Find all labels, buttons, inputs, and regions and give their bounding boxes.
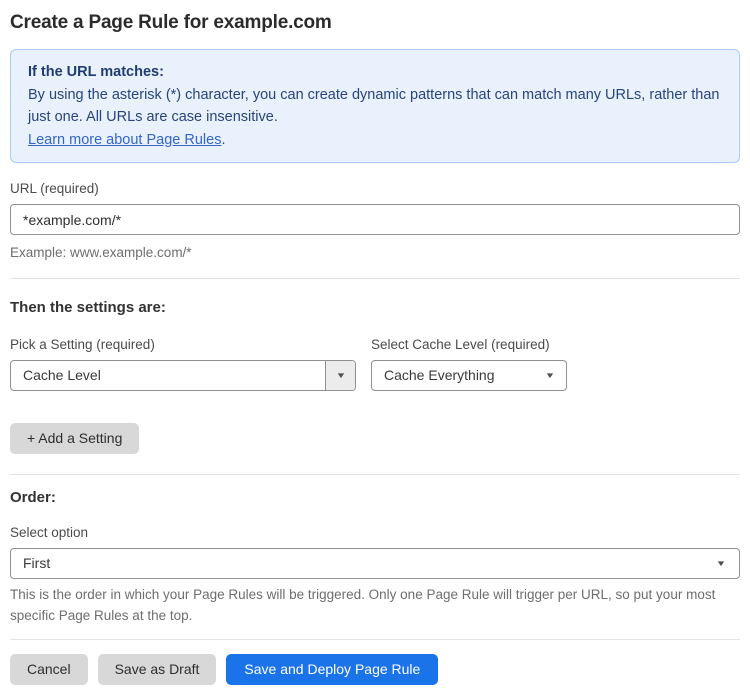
order-heading: Order: — [10, 488, 56, 506]
divider — [10, 473, 740, 475]
cache-level-value: Cache Everything — [384, 367, 495, 383]
save-draft-button[interactable]: Save as Draft — [97, 653, 217, 685]
order-select[interactable]: First ▼ — [10, 547, 740, 579]
settings-heading: Then the settings are: — [10, 298, 166, 316]
url-label: URL (required) — [10, 181, 99, 196]
info-box-heading: If the URL matches: — [28, 64, 164, 80]
cache-level-label: Select Cache Level (required) — [371, 336, 550, 352]
order-help-text: This is the order in which your Page Rul… — [10, 586, 716, 624]
cancel-button[interactable]: Cancel — [10, 653, 88, 685]
pick-setting-select[interactable]: Cache Level ▼ — [10, 359, 356, 391]
chevron-down-icon: ▼ — [715, 558, 727, 568]
settings-row: Pick a Setting (required) Cache Level ▼ … — [10, 337, 740, 391]
form-actions: Cancel Save as Draft Save and Deploy Pag… — [10, 653, 740, 685]
url-example-help: Example: www.example.com/* — [10, 245, 192, 260]
url-input[interactable] — [10, 204, 740, 235]
cache-level-select[interactable]: Cache Everything ▼ — [371, 359, 567, 391]
pick-setting-group: Pick a Setting (required) Cache Level ▼ — [10, 337, 356, 391]
link-period: . — [221, 131, 226, 148]
dropdown-arrow-button[interactable]: ▼ — [325, 360, 355, 390]
url-match-info-box: If the URL matches: By using the asteris… — [10, 49, 740, 163]
chevron-down-icon: ▼ — [335, 370, 346, 380]
url-field-group: URL (required) Example: www.example.com/… — [10, 181, 740, 264]
chevron-down-icon: ▼ — [544, 370, 556, 380]
order-field-group: Select option First ▼ This is the order … — [10, 525, 740, 627]
pick-setting-label: Pick a Setting (required) — [10, 336, 155, 352]
info-link-line: Learn more about Page Rules. — [28, 129, 722, 152]
cache-level-group: Select Cache Level (required) Cache Ever… — [371, 337, 567, 391]
create-page-rule-form: Create a Page Rule for example.com If th… — [0, 0, 750, 691]
save-deploy-button[interactable]: Save and Deploy Page Rule — [226, 653, 439, 685]
order-select-value: First — [23, 555, 51, 571]
add-setting-button[interactable]: + Add a Setting — [10, 422, 140, 454]
divider — [10, 638, 740, 640]
pick-setting-value: Cache Level — [23, 367, 101, 383]
divider — [10, 277, 740, 279]
learn-more-link[interactable]: Learn more about Page Rules — [28, 132, 221, 148]
page-title: Create a Page Rule for example.com — [10, 12, 332, 33]
info-box-body: By using the asterisk (*) character, you… — [28, 86, 720, 126]
select-option-label: Select option — [10, 524, 89, 540]
